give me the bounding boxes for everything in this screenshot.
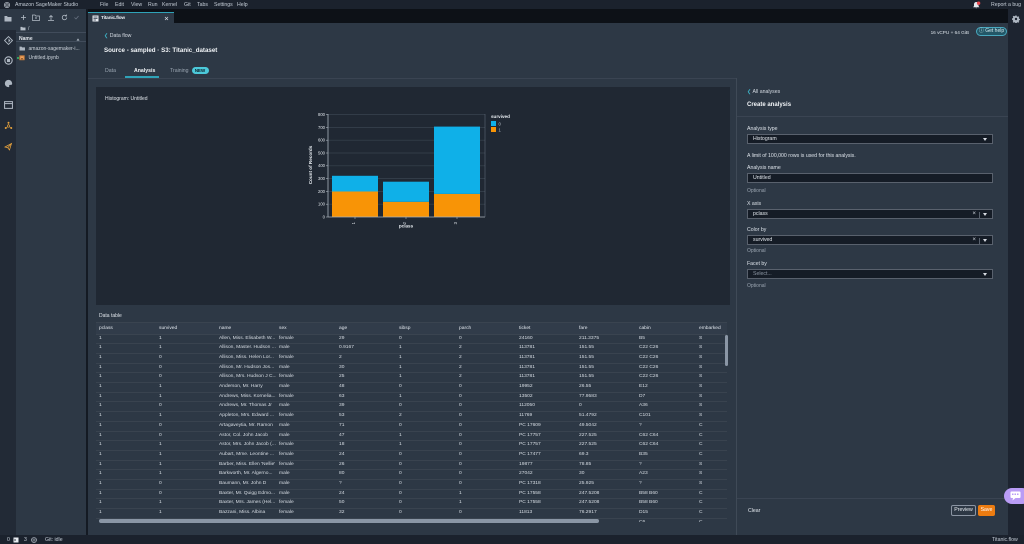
svg-text:3: 3 [453, 221, 458, 224]
svg-text:500: 500 [318, 150, 326, 155]
svg-text:400: 400 [318, 163, 326, 168]
svg-text:800: 800 [318, 112, 326, 117]
svg-text:Count of Records: Count of Records [308, 145, 313, 184]
svg-text:600: 600 [318, 138, 326, 143]
svg-text:1: 1 [499, 128, 502, 133]
svg-text:pclass: pclass [399, 224, 414, 229]
svg-text:300: 300 [318, 176, 326, 181]
svg-text:1: 1 [351, 221, 356, 224]
svg-text:0: 0 [499, 122, 502, 127]
svg-text:100: 100 [318, 202, 326, 207]
svg-text:200: 200 [318, 189, 326, 194]
svg-text:0: 0 [323, 214, 326, 219]
svg-text:survived: survived [491, 114, 510, 119]
svg-text:700: 700 [318, 125, 326, 130]
